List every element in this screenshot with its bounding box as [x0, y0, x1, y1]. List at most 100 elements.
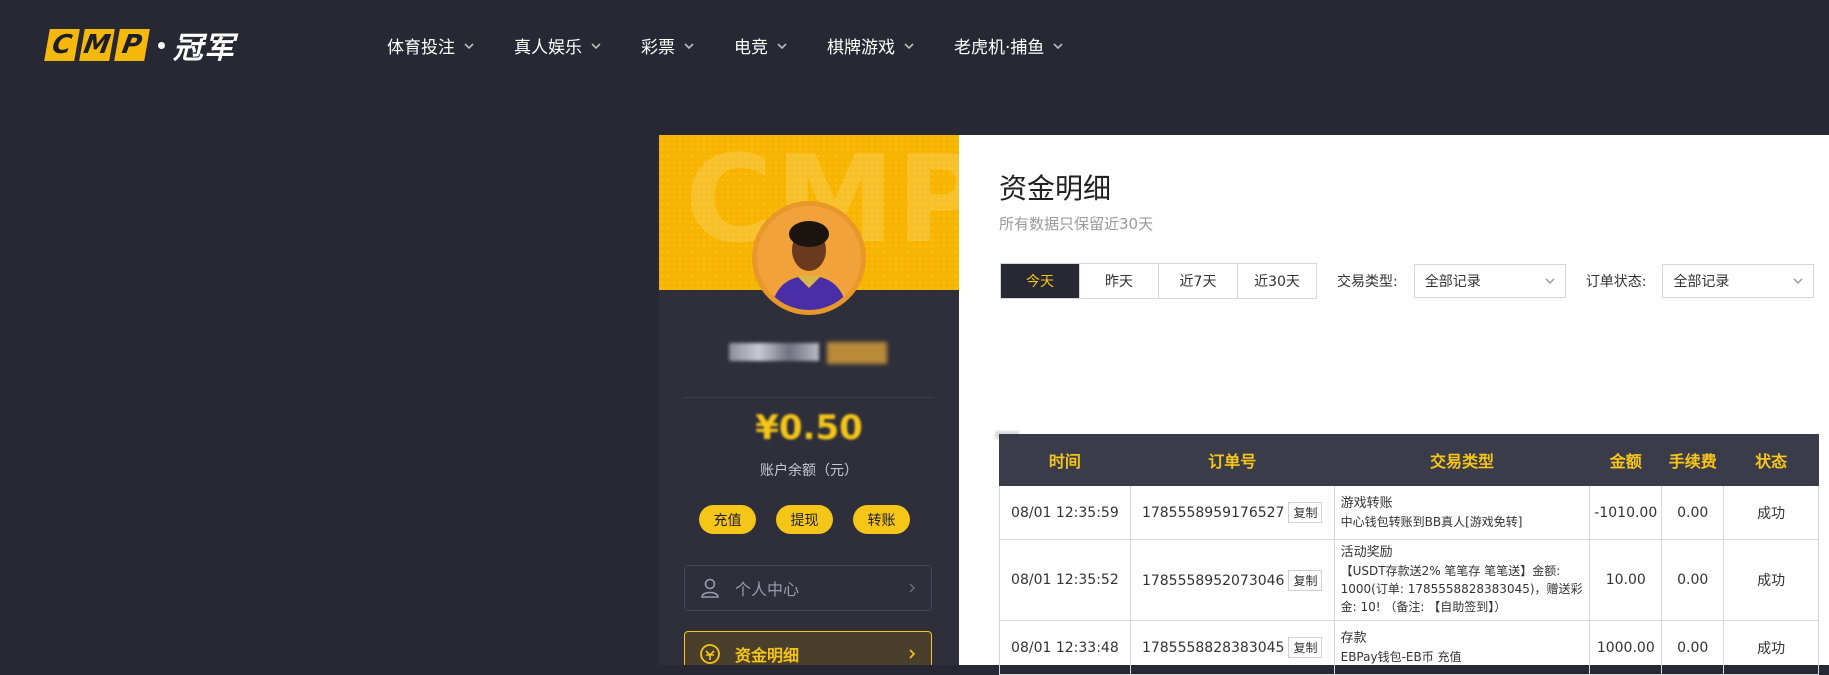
avatar-image [757, 206, 861, 310]
order-number: 1785558828383045 [1141, 640, 1285, 656]
tab-yesterday[interactable]: 昨天 [1080, 264, 1159, 298]
logo-letter-m: M [79, 29, 115, 61]
cell-time: 08/01 12:35:52 [999, 539, 1131, 621]
profile-divider [684, 397, 934, 398]
logo-suffix: 冠军 [173, 31, 235, 66]
cell-status: 成功 [1723, 539, 1819, 621]
chevron-down-icon [464, 42, 474, 49]
column-header-order-no: 订单号 [1129, 434, 1335, 486]
chevron-down-icon [1545, 278, 1555, 284]
order-number: 1785558952073046 [1141, 572, 1285, 589]
transaction-type: 活动奖励 [1340, 545, 1393, 560]
withdraw-button[interactable]: 提现 [776, 505, 833, 534]
cell-type: 活动奖励【USDT存款送2% 笔笔存 笔笔送】金额: 1000(订单: 1785… [1333, 539, 1591, 621]
tab-last-30-days[interactable]: 近30天 [1238, 264, 1316, 298]
cell-type: 游戏转账中心钱包转账到BB真人[游戏免转] [1333, 485, 1591, 540]
logo-letter-p: P [114, 29, 150, 61]
status-filter-label: 订单状态: [1585, 274, 1647, 290]
transaction-type: 游戏转账 [1340, 495, 1393, 511]
nav-label: 真人娱乐 [514, 38, 582, 58]
nav-lottery[interactable]: 彩票 [641, 33, 694, 58]
chevron-right-icon [909, 583, 915, 593]
nav-live-casino[interactable]: 真人娱乐 [514, 33, 601, 58]
column-header-type: 交易类型 [1333, 434, 1591, 486]
nav-card-games[interactable]: 棋牌游戏 [827, 33, 914, 58]
transactions-table: 时间 订单号 交易类型 金额 手续费 状态 08/01 12:35:59 178… [999, 434, 1819, 675]
chevron-down-icon [1053, 42, 1063, 49]
chevron-down-icon [1793, 278, 1803, 284]
chevron-right-icon [909, 649, 916, 659]
vip-badge-blurred [827, 342, 887, 364]
transfer-button[interactable]: 转账 [853, 505, 910, 534]
cell-time: 08/01 12:35:59 [999, 485, 1131, 540]
cell-fee: 0.00 [1661, 539, 1725, 621]
column-header-time: 时间 [999, 434, 1131, 486]
profile-panel: CMP ¥0.50 账户余额（元） 充值 提现 转账 个人中心 资金明细 [659, 135, 959, 665]
deposit-button[interactable]: 充值 [699, 505, 756, 534]
type-filter-select[interactable]: 全部记录 [1413, 264, 1566, 298]
fund-icon [700, 644, 720, 664]
column-header-fee: 手续费 [1661, 434, 1725, 486]
copy-button[interactable]: 复制 [1288, 569, 1323, 591]
date-range-tabs: 今天 昨天 近7天 近30天 [1000, 263, 1317, 299]
balance-label: 账户余额（元） [760, 463, 858, 479]
nav-label: 电竞 [734, 38, 768, 58]
nav-esports[interactable]: 电竞 [734, 33, 787, 58]
cell-time: 08/01 12:33:48 [999, 620, 1131, 675]
table-row: 08/01 12:35:52 1785558952073046 复制 活动奖励【U… [999, 539, 1819, 621]
status-filter-select[interactable]: 全部记录 [1662, 264, 1815, 298]
page-subtitle: 所有数据只保留近30天 [999, 215, 1154, 233]
main-nav: 体育投注 真人娱乐 彩票 电竞 棋牌游戏 老虎机·捕鱼 [387, 33, 1103, 58]
sidebar-item-label: 个人中心 [735, 580, 800, 599]
transaction-desc: EBPay钱包-EB币 充值 [1340, 649, 1462, 664]
cell-type: 存款 EBPay钱包-EB币 充值 [1333, 620, 1591, 675]
transaction-desc: 【USDT存款送2% 笔笔存 笔笔送】金额: 1000(订单: 17855588… [1340, 564, 1583, 614]
page-title: 资金明细 [999, 172, 1112, 205]
nav-label: 彩票 [641, 38, 675, 58]
chevron-down-icon [591, 42, 601, 49]
cell-status: 成功 [1723, 620, 1819, 675]
table-row: 08/01 12:33:48 1785558828383045 复制 存款 EBPa… [999, 620, 1819, 675]
nav-label: 棋牌游戏 [827, 38, 895, 58]
chevron-down-icon [777, 42, 787, 49]
cell-order: 1785558952073046 复制 [1129, 539, 1335, 621]
avatar[interactable] [752, 201, 866, 315]
sidebar-item-fund-details[interactable]: 资金明细 [684, 631, 932, 665]
sidebar-item-personal-center[interactable]: 个人中心 [684, 565, 932, 611]
filter-bar: 今天 昨天 近7天 近30天 交易类型: 全部记录 订单状态: 全部记录 [1000, 263, 1815, 299]
username-blurred [729, 343, 819, 361]
tab-last-7-days[interactable]: 近7天 [1159, 264, 1238, 298]
user-icon [701, 578, 719, 598]
nav-label: 老虎机·捕鱼 [954, 38, 1045, 58]
cell-amount: 10.00 [1589, 539, 1663, 621]
chevron-down-icon [684, 42, 694, 49]
logo-letter-c: C [44, 29, 80, 61]
type-filter-label: 交易类型: [1337, 274, 1398, 290]
select-value: 全部记录 [1673, 274, 1730, 290]
account-balance: ¥0.50 [755, 408, 863, 448]
transaction-type: 存款 [1340, 630, 1367, 646]
copy-button[interactable]: 复制 [1288, 502, 1323, 523]
cell-fee: 0.00 [1661, 485, 1725, 540]
nav-slots-fishing[interactable]: 老虎机·捕鱼 [954, 33, 1063, 58]
order-number: 1785558959176527 [1141, 505, 1285, 521]
table-header-row: 时间 订单号 交易类型 金额 手续费 状态 [999, 434, 1819, 486]
column-header-status: 状态 [1723, 434, 1819, 486]
nav-label: 体育投注 [387, 38, 455, 58]
chevron-down-icon [904, 42, 914, 49]
transaction-desc: 中心钱包转账到BB真人[游戏免转] [1340, 514, 1523, 529]
tab-today[interactable]: 今天 [1001, 264, 1080, 298]
cell-fee: 0.00 [1661, 620, 1725, 675]
top-navbar: C M P 冠军 体育投注 真人娱乐 彩票 电竞 棋牌游戏 老虎机·捕鱼 [0, 0, 1829, 90]
copy-button[interactable]: 复制 [1288, 637, 1323, 658]
cell-order: 1785558828383045 复制 [1129, 620, 1335, 675]
fund-details-panel: 资金明细 所有数据只保留近30天 今天 昨天 近7天 近30天 交易类型: 全部… [959, 135, 1829, 675]
select-value: 全部记录 [1424, 274, 1481, 290]
site-logo[interactable]: C M P 冠军 [44, 28, 235, 66]
cell-amount: 1000.00 [1589, 620, 1663, 675]
cell-order: 1785558959176527 复制 [1129, 485, 1335, 540]
sidebar-item-label: 资金明细 [735, 646, 800, 665]
cell-amount: -1010.00 [1589, 485, 1663, 540]
wallet-actions: 充值 提现 转账 [699, 505, 930, 534]
nav-sports[interactable]: 体育投注 [387, 33, 474, 58]
